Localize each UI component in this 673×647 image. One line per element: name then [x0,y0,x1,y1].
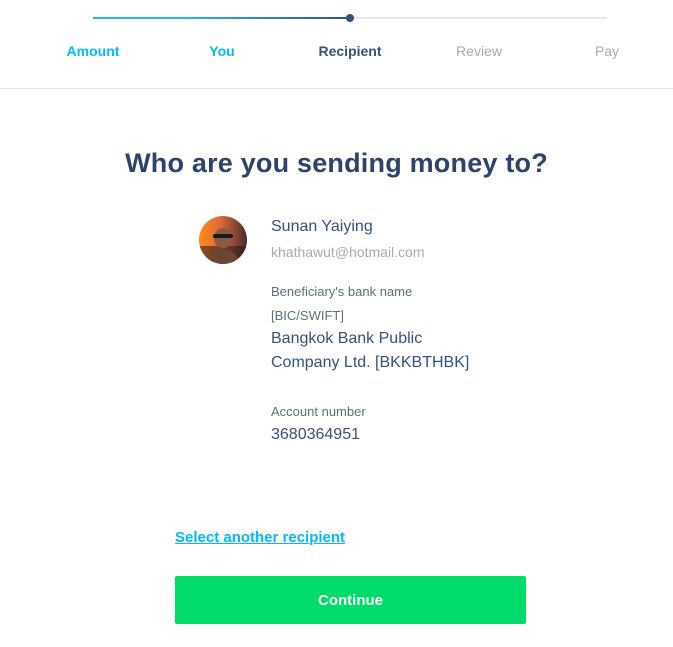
account-number-label: Account number [271,404,366,419]
step-recipient: Recipient [318,43,382,59]
recipient-avatar [199,216,247,264]
bic-swift-label-line: [BIC/SWIFT] [271,308,344,323]
select-another-recipient-link[interactable]: Select another recipient [175,529,345,546]
bank-name-label-line: Beneficiary's bank name [271,284,413,299]
recipient-email: khathawut@hotmail.com [271,244,425,260]
continue-button[interactable]: Continue [175,576,526,624]
stepper-track-progress [93,17,350,19]
step-pay: Pay [594,43,620,59]
bank-name-value-line: Bangkok Bank Public [271,330,423,347]
account-number-value: 3680364951 [271,426,360,443]
bank-swift-value-line: Company Ltd. [BKKBTHBK] [271,354,470,371]
step-review: Review [456,43,502,59]
page-title: Who are you sending money to? [125,148,548,179]
bank-name-label: Beneficiary's bank name [BIC/SWIFT] [271,280,412,328]
user-photo-avatar-icon [199,216,247,264]
progress-stepper: Amount You Recipient Review Pay [0,0,673,89]
bank-name-value: Bangkok Bank Public Company Ltd. [BKKBTH… [271,327,511,375]
stepper-current-marker [346,14,354,22]
recipient-name: Sunan Yaiying [271,218,373,235]
step-you[interactable]: You [209,43,234,59]
step-amount[interactable]: Amount [67,43,120,59]
